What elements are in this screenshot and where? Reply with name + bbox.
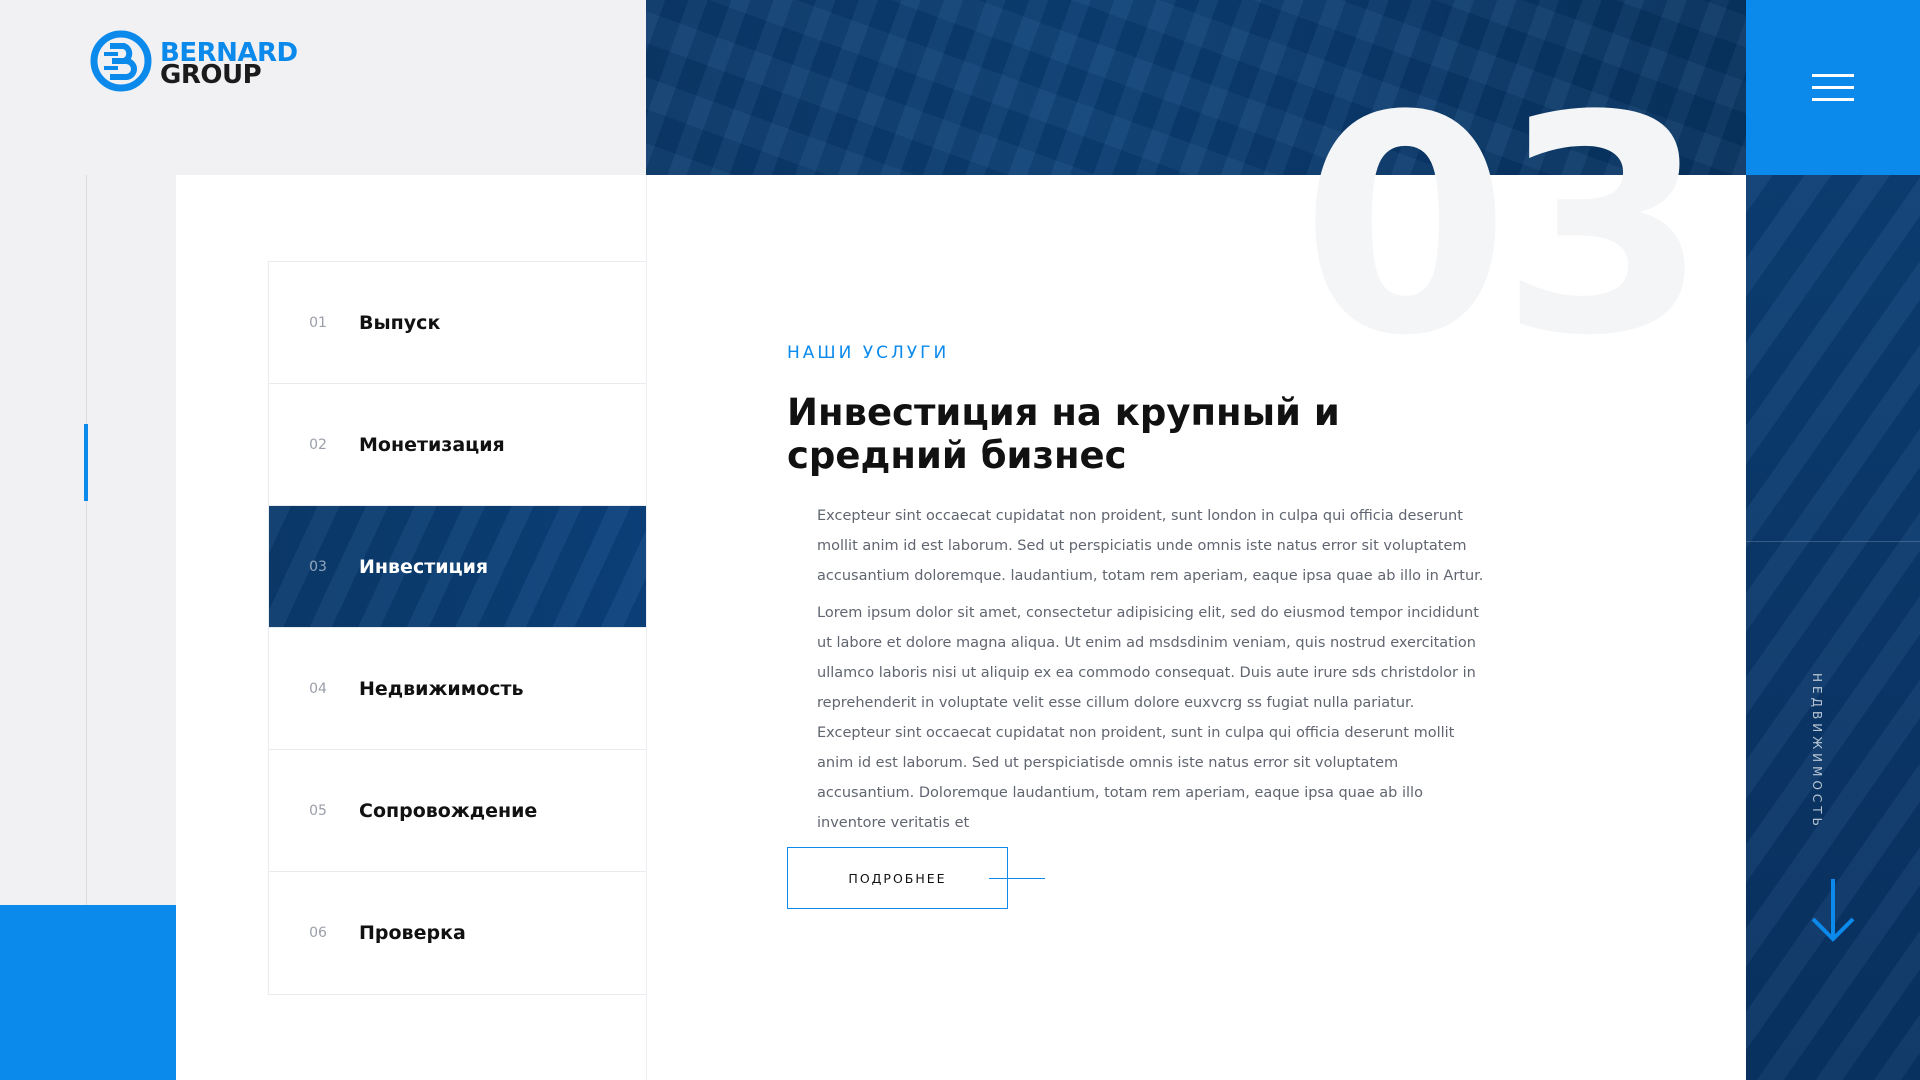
service-item-investitsiya[interactable]: 03 Инвестиция [269, 506, 646, 628]
service-label: Монетизация [359, 433, 505, 456]
service-label: Сопровождение [359, 799, 538, 822]
service-label: Инвестиция [359, 555, 489, 578]
section-eyebrow: НАШИ УСЛУГИ [787, 343, 950, 363]
service-number: 01 [309, 314, 327, 331]
slide-number-watermark: 03 [1301, 52, 1708, 401]
service-number: 02 [309, 436, 327, 453]
service-label: Недвижимость [359, 677, 524, 700]
side-panel: НЕДВИЖИМОСТЬ [1746, 175, 1920, 1080]
description-paragraph-1: Excepteur sint occaecat cupidatat non pr… [817, 508, 1484, 584]
accent-block [0, 905, 176, 1080]
slide-indicator [84, 424, 88, 501]
button-accent-line [989, 878, 1045, 879]
description-paragraph-2: Lorem ipsum dolor sit amet, consectetur … [817, 605, 1479, 831]
service-item-nedvizhimost[interactable]: 04 Недвижимость [269, 628, 646, 750]
more-button[interactable]: ПОДРОБНЕЕ [787, 847, 1008, 909]
hamburger-menu-icon[interactable] [1812, 73, 1854, 102]
service-item-monetizatsiya[interactable]: 02 Монетизация [269, 384, 646, 506]
service-label: Проверка [359, 922, 466, 944]
service-number: 06 [309, 925, 327, 941]
side-divider [1746, 541, 1920, 542]
menu-button[interactable] [1746, 0, 1920, 175]
left-rule [86, 175, 87, 905]
page-title: Инвестиция на крупный и средний бизнес [787, 391, 1340, 477]
card-divider [646, 175, 647, 1080]
bernard-b-logo-icon [90, 30, 152, 97]
service-label: Выпуск [359, 311, 441, 334]
service-number: 03 [309, 558, 327, 575]
service-number: 04 [309, 680, 327, 697]
service-item-proverka[interactable]: 06 Проверка [269, 872, 646, 994]
service-number: 05 [309, 802, 327, 819]
brand-logo[interactable]: BERNARD GROUP [90, 30, 298, 97]
brand-name-line2: GROUP [160, 59, 262, 90]
content-card: 03 01 Выпуск 02 Монетизация 03 Инвестици… [176, 77, 1746, 1080]
next-section-label[interactable]: НЕДВИЖИМОСТЬ [1810, 673, 1824, 830]
service-item-vypusk[interactable]: 01 Выпуск [269, 262, 646, 384]
arrow-down-icon[interactable] [1810, 877, 1856, 943]
service-item-soprovozhdenie[interactable]: 05 Сопровождение [269, 750, 646, 872]
services-list: 01 Выпуск 02 Монетизация 03 Инвестиция 0… [268, 261, 646, 995]
